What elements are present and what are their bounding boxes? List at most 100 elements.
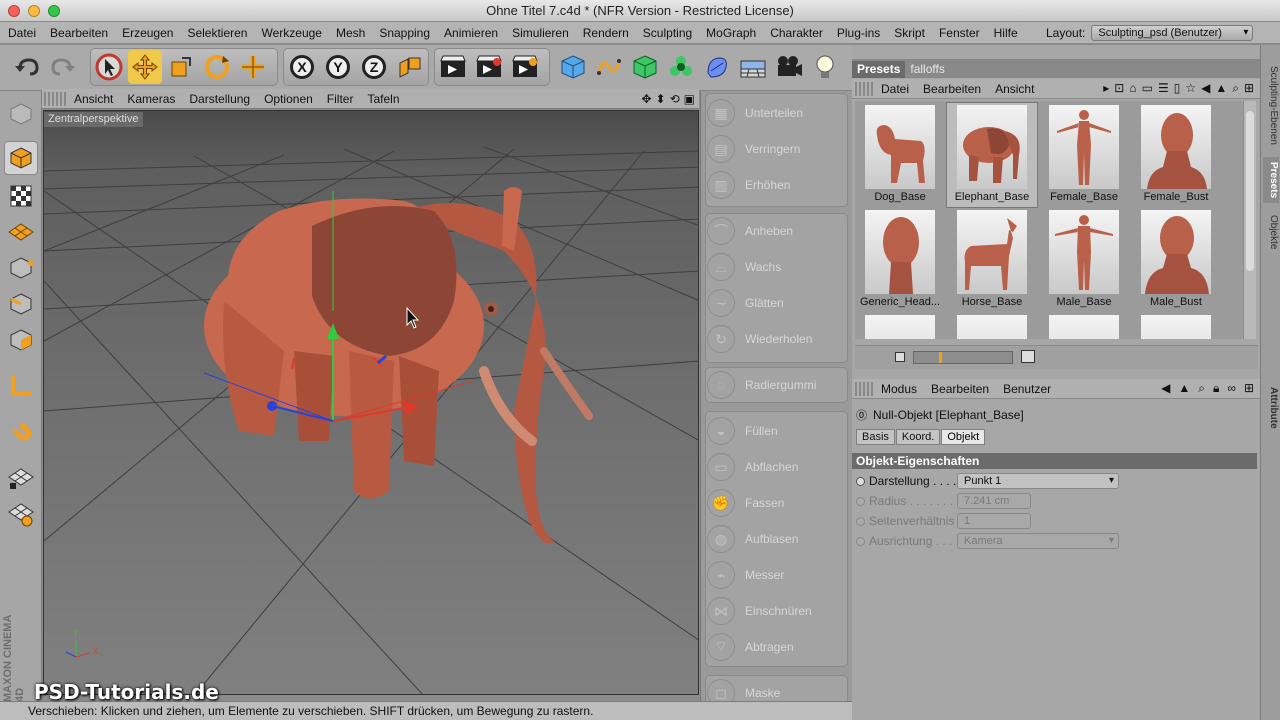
preset-up-icon[interactable]: ▲: [1215, 81, 1227, 96]
thumbnail-size-slider[interactable]: [913, 351, 1013, 364]
preset-folder-icon[interactable]: ▭: [1142, 81, 1153, 96]
attribute-search-icon[interactable]: ⌕: [1198, 381, 1205, 396]
side-tab-attribute[interactable]: Attribute: [1263, 381, 1279, 435]
animate-radio[interactable]: [856, 516, 865, 526]
tool-fuellen-button[interactable]: ◒ Füllen: [707, 414, 842, 448]
attribute-lock-icon[interactable]: 🔒︎: [1213, 381, 1219, 396]
layout-dropdown[interactable]: Sculpting_psd (Benutzer): [1091, 25, 1254, 41]
preset-new-panel-icon[interactable]: ⊞: [1244, 81, 1254, 96]
tool-glaetten-button[interactable]: ∼ Glätten: [707, 286, 842, 320]
nurbs-icon[interactable]: [628, 50, 662, 84]
animate-radio[interactable]: [856, 536, 865, 546]
viewport-pan-icon[interactable]: ✥: [641, 92, 651, 106]
viewport-menu-filter[interactable]: Filter: [319, 88, 360, 110]
side-tab-presets[interactable]: Presets: [1263, 157, 1279, 203]
edge-mode-icon[interactable]: [4, 287, 38, 321]
render-picture-viewer-icon[interactable]: [472, 50, 506, 84]
viewport-rotate-icon[interactable]: ⟲: [670, 92, 680, 106]
zoom-small-icon[interactable]: [895, 352, 905, 362]
preset-book-icon[interactable]: ▯: [1174, 81, 1181, 96]
tool-unterteilen-button[interactable]: ▦ Unterteilen: [707, 96, 842, 130]
preset-scrollbar[interactable]: [1243, 101, 1256, 339]
elephant-model[interactable]: [204, 187, 593, 544]
y-axis-lock-button[interactable]: Y: [321, 50, 355, 84]
preset-star-icon[interactable]: ☆: [1185, 81, 1196, 96]
tool-anheben-button[interactable]: ⌒ Anheben: [707, 214, 842, 248]
preset-item[interactable]: Female_Bust: [1131, 103, 1221, 207]
animate-radio[interactable]: [856, 496, 865, 506]
thumbnail-size-slider-handle[interactable]: [939, 352, 942, 363]
tab-falloffs[interactable]: falloffs: [905, 61, 949, 78]
grid-snap-icon[interactable]: [4, 497, 38, 531]
menu-skript[interactable]: Skript: [886, 22, 931, 44]
menu-charakter[interactable]: Charakter: [762, 22, 829, 44]
viewport-menu-ansicht[interactable]: Ansicht: [66, 88, 119, 110]
render-view-icon[interactable]: [436, 50, 470, 84]
menu-animieren[interactable]: Animieren: [436, 22, 504, 44]
scene-environment-icon[interactable]: [736, 50, 770, 84]
point-mode-icon[interactable]: [4, 251, 38, 285]
attribute-new-panel-icon[interactable]: ⊞: [1244, 381, 1254, 396]
preset-item-selected[interactable]: Elephant_Base: [946, 102, 1038, 208]
coordinate-system-icon[interactable]: [393, 50, 427, 84]
side-tab-objekte[interactable]: Objekte: [1263, 207, 1279, 257]
radius-field[interactable]: 7.241 cm: [957, 493, 1031, 509]
tab-basis[interactable]: Basis: [856, 429, 895, 445]
scale-tool-icon[interactable]: [164, 50, 198, 84]
preset-item[interactable]: Male_Bust: [1131, 208, 1221, 312]
recent-tool-icon[interactable]: [236, 50, 270, 84]
tool-erhoehen-button[interactable]: ▥ Erhöhen: [707, 168, 842, 202]
render-settings-icon[interactable]: [508, 50, 542, 84]
tool-abflachen-button[interactable]: ▭ Abflachen: [707, 450, 842, 484]
menu-plugins[interactable]: Plug-ins: [829, 22, 886, 44]
attribute-up-icon[interactable]: ▲: [1178, 381, 1190, 396]
menu-simulieren[interactable]: Simulieren: [504, 22, 575, 44]
menu-selektieren[interactable]: Selektieren: [179, 22, 253, 44]
preset-menu-ansicht[interactable]: Ansicht: [987, 78, 1040, 100]
move-tool-icon[interactable]: [128, 50, 162, 84]
animate-radio[interactable]: [856, 476, 865, 486]
tool-fassen-button[interactable]: ✊ Fassen: [707, 486, 842, 520]
3d-viewport[interactable]: Y X: [43, 110, 699, 695]
viewport-menu-darstellung[interactable]: Darstellung: [181, 88, 256, 110]
preset-item[interactable]: Male_Base: [1039, 208, 1129, 312]
tool-wachs-button[interactable]: ⌓ Wachs: [707, 250, 842, 284]
attribute-menu-modus[interactable]: Modus: [873, 378, 923, 400]
preset-view-icon[interactable]: ⊡: [1114, 81, 1124, 96]
preset-menu-bearbeiten[interactable]: Bearbeiten: [915, 78, 987, 100]
preset-nav-icon[interactable]: ▸: [1103, 81, 1109, 96]
attribute-menu-bearbeiten[interactable]: Bearbeiten: [923, 378, 995, 400]
menu-rendern[interactable]: Rendern: [575, 22, 635, 44]
darstellung-dropdown[interactable]: Punkt 1: [957, 473, 1119, 489]
preset-item[interactable]: Horse_Base: [947, 208, 1037, 312]
light-icon[interactable]: [808, 50, 842, 84]
menu-sculpting[interactable]: Sculpting: [635, 22, 698, 44]
preset-item[interactable]: [855, 313, 945, 339]
side-tab-sculpting-ebenen[interactable]: Sculpting-Ebenen: [1263, 53, 1279, 157]
preset-item[interactable]: [1039, 313, 1129, 339]
tool-radiergummi-button[interactable]: ◌ Radiergummi: [707, 368, 842, 402]
rotate-tool-icon[interactable]: [200, 50, 234, 84]
tool-verringern-button[interactable]: ▤ Verringern: [707, 132, 842, 166]
close-window-button[interactable]: [8, 5, 20, 17]
viewport-zoom-icon[interactable]: ⬍: [656, 92, 666, 106]
viewport-maximize-icon[interactable]: ▣: [684, 92, 695, 106]
menu-bearbeiten[interactable]: Bearbeiten: [42, 22, 114, 44]
preset-list-icon[interactable]: ☰: [1158, 81, 1169, 96]
live-selection-icon[interactable]: [92, 50, 126, 84]
tool-aufblasen-button[interactable]: ◍ Aufblasen: [707, 522, 842, 556]
menu-datei[interactable]: Datei: [0, 22, 42, 44]
preset-home-icon[interactable]: ⌂: [1129, 81, 1136, 96]
ausrichtung-dropdown[interactable]: Kamera: [957, 533, 1119, 549]
tool-wiederholen-button[interactable]: ↻ Wiederholen: [707, 322, 842, 356]
preset-item[interactable]: Dog_Base: [855, 103, 945, 207]
axis-mode-icon[interactable]: [4, 369, 38, 403]
workplane-lock-icon[interactable]: [4, 461, 38, 495]
tab-presets[interactable]: Presets: [852, 61, 906, 78]
tab-objekt[interactable]: Objekt: [941, 429, 986, 445]
viewport-menu-kameras[interactable]: Kameras: [119, 88, 181, 110]
snapping-magnet-icon[interactable]: [4, 415, 38, 449]
polygon-mode-icon[interactable]: [4, 323, 38, 357]
attribute-menu-benutzer[interactable]: Benutzer: [995, 378, 1057, 400]
preset-item[interactable]: Female_Base: [1039, 103, 1129, 207]
